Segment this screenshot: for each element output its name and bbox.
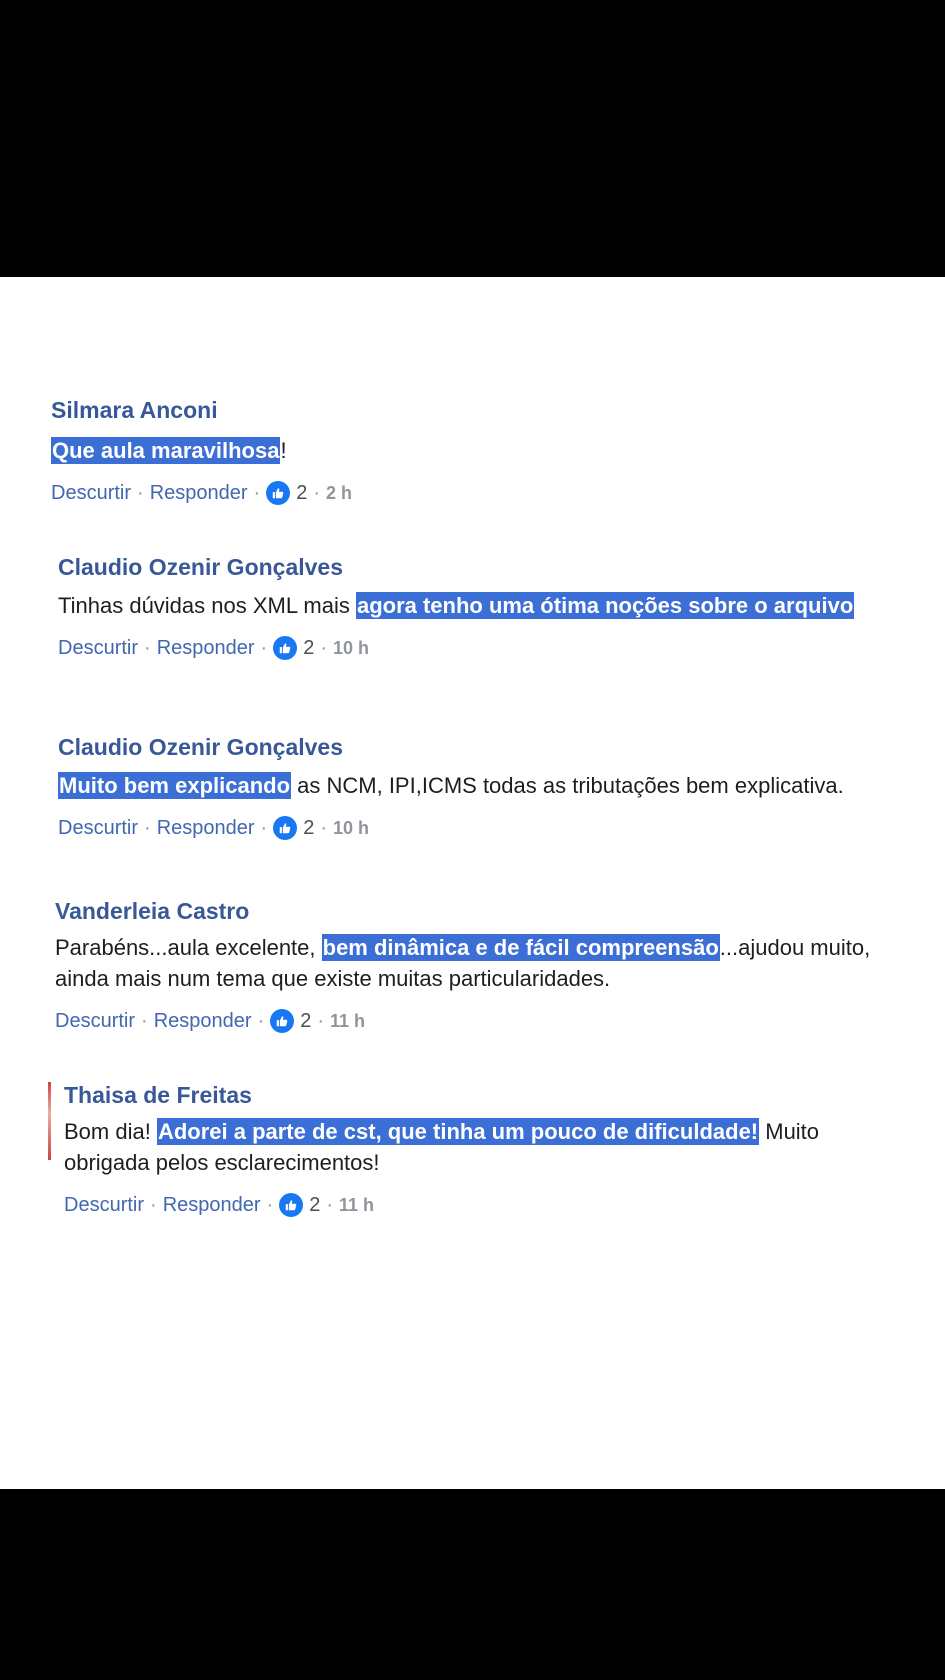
comment-text-before: Parabéns...aula excelente, (55, 935, 322, 960)
comment-text-after: as NCM, IPI,ICMS todas as tributações be… (291, 773, 844, 798)
comment-author[interactable]: Silmara Anconi (51, 395, 911, 425)
comment-text-highlight: bem dinâmica e de fácil compreensão (321, 934, 720, 961)
separator: · (144, 637, 151, 659)
comment-timestamp[interactable]: 11 h (330, 1008, 365, 1034)
like-count[interactable]: 2 (296, 480, 307, 506)
reply-link[interactable]: Responder (157, 635, 255, 661)
comment-3: Claudio Ozenir Gonçalves Muito bem expli… (58, 732, 918, 841)
reply-link[interactable]: Responder (157, 815, 255, 841)
comment-text: Parabéns...aula excelente, bem dinâmica … (55, 932, 915, 994)
unlike-link[interactable]: Descurtir (58, 635, 138, 661)
separator: · (317, 1010, 324, 1032)
screenshot-stage: Silmara Anconi Que aula maravilhosa! Des… (0, 0, 945, 1680)
separator: · (313, 482, 320, 504)
like-thumbs-up-icon[interactable] (266, 481, 291, 505)
unlike-link[interactable]: Descurtir (64, 1192, 144, 1218)
comment-text: Que aula maravilhosa! (51, 435, 911, 466)
comment-author[interactable]: Claudio Ozenir Gonçalves (58, 732, 918, 762)
comment-actions: Descurtir · Responder · 2 · 10 h (58, 635, 918, 661)
separator: · (266, 1194, 274, 1216)
separator: · (260, 637, 268, 659)
reply-link[interactable]: Responder (163, 1192, 261, 1218)
comments-panel: Silmara Anconi Que aula maravilhosa! Des… (0, 277, 945, 1489)
comment-text-after: ! (280, 438, 287, 463)
separator: · (150, 1194, 157, 1216)
comment-text-highlight: Que aula maravilhosa (51, 437, 281, 464)
comment-author[interactable]: Thaisa de Freitas (64, 1080, 904, 1110)
separator: · (141, 1010, 148, 1032)
separator: · (144, 817, 151, 839)
like-count[interactable]: 2 (303, 635, 314, 661)
comment-2: Claudio Ozenir Gonçalves Tinhas dúvidas … (58, 552, 918, 661)
comment-5: Thaisa de Freitas Bom dia! Adorei a part… (64, 1080, 904, 1218)
comment-actions: Descurtir · Responder · 2 · 11 h (64, 1192, 904, 1218)
comment-actions: Descurtir · Responder · 2 · 10 h (58, 815, 918, 841)
unlike-link[interactable]: Descurtir (51, 480, 131, 506)
comment-1: Silmara Anconi Que aula maravilhosa! Des… (51, 395, 911, 506)
comment-text-highlight: Muito bem explicando (58, 772, 292, 799)
comment-text-highlight: agora tenho uma ótima noções sobre o arq… (355, 592, 855, 619)
like-thumbs-up-icon[interactable] (270, 1009, 295, 1033)
bottom-black-bar (0, 1489, 945, 1680)
crop-edge-mark (48, 1082, 51, 1160)
unlike-link[interactable]: Descurtir (58, 815, 138, 841)
separator: · (137, 482, 144, 504)
like-count[interactable]: 2 (309, 1192, 320, 1218)
comment-text: Tinhas dúvidas nos XML mais agora tenho … (58, 590, 918, 621)
comment-text: Muito bem explicando as NCM, IPI,ICMS to… (58, 770, 918, 801)
comment-timestamp[interactable]: 2 h (326, 480, 352, 506)
comment-timestamp[interactable]: 10 h (333, 635, 369, 661)
comment-actions: Descurtir · Responder · 2 · 11 h (55, 1008, 915, 1034)
comment-author[interactable]: Claudio Ozenir Gonçalves (58, 552, 918, 582)
comment-4: Vanderleia Castro Parabéns...aula excele… (55, 896, 915, 1034)
reply-link[interactable]: Responder (154, 1008, 252, 1034)
separator: · (257, 1010, 265, 1032)
separator: · (253, 482, 261, 504)
comment-text: Bom dia! Adorei a parte de cst, que tinh… (64, 1116, 904, 1178)
unlike-link[interactable]: Descurtir (55, 1008, 135, 1034)
like-thumbs-up-icon[interactable] (273, 816, 298, 840)
comment-timestamp[interactable]: 11 h (339, 1192, 374, 1218)
top-black-bar (0, 0, 945, 277)
separator: · (260, 817, 268, 839)
comment-text-before: Bom dia! (64, 1119, 157, 1144)
like-thumbs-up-icon[interactable] (273, 636, 298, 660)
comment-timestamp[interactable]: 10 h (333, 815, 369, 841)
like-count[interactable]: 2 (303, 815, 314, 841)
reply-link[interactable]: Responder (150, 480, 248, 506)
separator: · (326, 1194, 333, 1216)
like-thumbs-up-icon[interactable] (279, 1193, 304, 1217)
comment-actions: Descurtir · Responder · 2 · 2 h (51, 480, 911, 506)
comment-text-highlight: Adorei a parte de cst, que tinha um pouc… (156, 1118, 760, 1145)
like-count[interactable]: 2 (300, 1008, 311, 1034)
comment-author[interactable]: Vanderleia Castro (55, 896, 915, 926)
separator: · (320, 637, 327, 659)
comment-text-before: Tinhas dúvidas nos XML mais (58, 593, 356, 618)
separator: · (320, 817, 327, 839)
